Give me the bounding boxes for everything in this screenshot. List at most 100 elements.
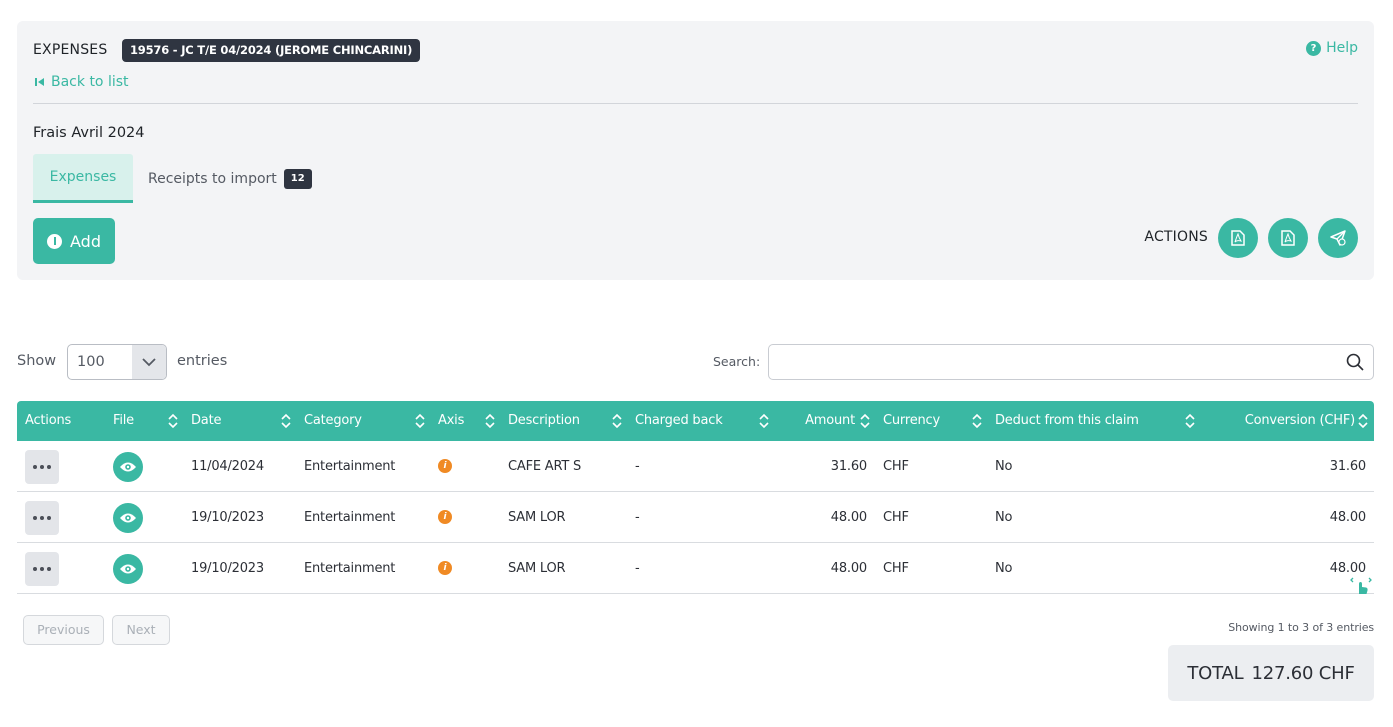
cell-charged-back: - <box>635 510 640 525</box>
col-charged-back[interactable]: Charged back <box>635 401 723 441</box>
cell-deduct: No <box>995 561 1013 576</box>
col-conversion[interactable]: Conversion (CHF) <box>1207 401 1355 441</box>
back-to-list-label: Back to list <box>51 74 129 90</box>
col-date[interactable]: Date <box>191 401 221 441</box>
add-expense-button[interactable]: Add <box>33 218 115 264</box>
view-file-button[interactable] <box>113 452 143 482</box>
row-actions-button[interactable] <box>25 450 59 484</box>
back-to-list-link[interactable]: Back to list <box>35 74 129 90</box>
tab-expenses[interactable]: Expenses <box>33 154 133 203</box>
show-label: Show <box>17 353 57 369</box>
total-label: TOTAL <box>1187 662 1244 684</box>
cell-amount: 48.00 <box>830 510 867 525</box>
tab-receipts-label: Receipts to import <box>148 170 277 187</box>
table-header: Actions File Date Category Axis Descript… <box>17 401 1374 441</box>
cell-date: 19/10/2023 <box>191 561 264 576</box>
send-icon <box>1330 230 1346 246</box>
cell-charged-back: - <box>635 561 640 576</box>
page-title: EXPENSES <box>33 42 108 58</box>
row-actions-button[interactable] <box>25 501 59 535</box>
add-label: Add <box>70 231 101 251</box>
header-divider <box>33 103 1358 104</box>
sort-icon[interactable] <box>485 413 495 429</box>
chevron-down-icon <box>132 345 166 379</box>
search-input[interactable] <box>768 344 1374 380</box>
cell-category: Entertainment <box>304 510 396 525</box>
cell-description: SAM LOR <box>508 561 566 576</box>
info-icon[interactable]: i <box>438 459 452 473</box>
next-page-button[interactable]: Next <box>112 615 170 645</box>
pagination-info: Showing 1 to 3 of 3 entries <box>1228 621 1374 634</box>
export-pdf-detailed-button[interactable] <box>1268 218 1308 258</box>
sort-icon[interactable] <box>415 413 425 429</box>
tab-receipts-to-import[interactable]: Receipts to import 12 <box>148 154 312 203</box>
plus-icon <box>47 233 62 249</box>
col-actions: Actions <box>25 413 72 428</box>
receipts-count-badge: 12 <box>283 168 312 189</box>
cell-date: 19/10/2023 <box>191 510 264 525</box>
help-link[interactable]: ? Help <box>1306 40 1358 56</box>
help-icon: ? <box>1306 40 1322 56</box>
sort-icon[interactable] <box>860 413 870 429</box>
expense-header-card: EXPENSES 19576 - JC T/E 04/2024 (JEROME … <box>17 21 1374 280</box>
submit-claim-button[interactable] <box>1318 218 1358 258</box>
total-value: 127.60 CHF <box>1251 662 1355 684</box>
cell-category: Entertainment <box>304 561 396 576</box>
eye-icon <box>120 513 136 523</box>
col-category[interactable]: Category <box>304 401 362 441</box>
sort-icon[interactable] <box>281 413 291 429</box>
eye-icon <box>120 462 136 472</box>
cell-amount: 48.00 <box>830 561 867 576</box>
col-description[interactable]: Description <box>508 401 580 441</box>
col-axis[interactable]: Axis <box>438 401 464 441</box>
table-row: 19/10/2023 Entertainment i SAM LOR - 48.… <box>17 543 1374 594</box>
search-icon <box>1346 353 1364 371</box>
cell-conversion: 48.00 <box>1329 510 1366 525</box>
info-icon[interactable]: i <box>438 561 452 575</box>
cell-currency: CHF <box>883 510 909 525</box>
sort-icon[interactable] <box>759 413 769 429</box>
pdf-icon <box>1231 230 1245 246</box>
cell-description: SAM LOR <box>508 510 566 525</box>
table-row: 11/04/2024 Entertainment i CAFE ART S - … <box>17 441 1374 492</box>
cell-currency: CHF <box>883 459 909 474</box>
sort-icon[interactable] <box>1185 413 1195 429</box>
cell-deduct: No <box>995 459 1013 474</box>
export-pdf-button[interactable] <box>1218 218 1258 258</box>
sort-icon[interactable] <box>972 413 982 429</box>
search-label: Search: <box>713 354 761 369</box>
sort-icon[interactable] <box>612 413 622 429</box>
cell-date: 11/04/2024 <box>191 459 264 474</box>
pdf-icon <box>1281 230 1295 246</box>
entries-value: 100 <box>77 354 105 370</box>
col-deduct[interactable]: Deduct from this claim <box>995 401 1139 441</box>
cell-deduct: No <box>995 510 1013 525</box>
help-label: Help <box>1326 40 1358 56</box>
row-actions-button[interactable] <box>25 552 59 586</box>
info-icon[interactable]: i <box>438 510 452 524</box>
claim-name: Frais Avril 2024 <box>33 125 145 141</box>
cell-description: CAFE ART S <box>508 459 582 474</box>
expenses-table: Actions File Date Category Axis Descript… <box>17 401 1374 594</box>
entries-per-page-select[interactable]: 100 <box>67 344 167 380</box>
horizontal-scroll-hint-icon[interactable] <box>1350 572 1372 596</box>
col-amount[interactable]: Amount <box>777 401 855 441</box>
sort-icon[interactable] <box>168 413 178 429</box>
eye-icon <box>120 564 136 574</box>
total-box: TOTAL 127.60 CHF <box>1168 645 1374 701</box>
cell-category: Entertainment <box>304 459 396 474</box>
sort-icon[interactable] <box>1358 413 1368 429</box>
cell-charged-back: - <box>635 459 640 474</box>
view-file-button[interactable] <box>113 503 143 533</box>
col-currency[interactable]: Currency <box>883 401 940 441</box>
cell-currency: CHF <box>883 561 909 576</box>
cell-conversion: 48.00 <box>1329 561 1366 576</box>
previous-page-button[interactable]: Previous <box>23 615 104 645</box>
entries-label: entries <box>177 353 228 369</box>
skip-back-icon <box>35 78 44 86</box>
actions-label: ACTIONS <box>1144 229 1208 245</box>
view-file-button[interactable] <box>113 554 143 584</box>
claim-id-badge: 19576 - JC T/E 04/2024 (JEROME CHINCARIN… <box>122 39 421 62</box>
cell-amount: 31.60 <box>830 459 867 474</box>
col-file[interactable]: File <box>113 401 134 441</box>
